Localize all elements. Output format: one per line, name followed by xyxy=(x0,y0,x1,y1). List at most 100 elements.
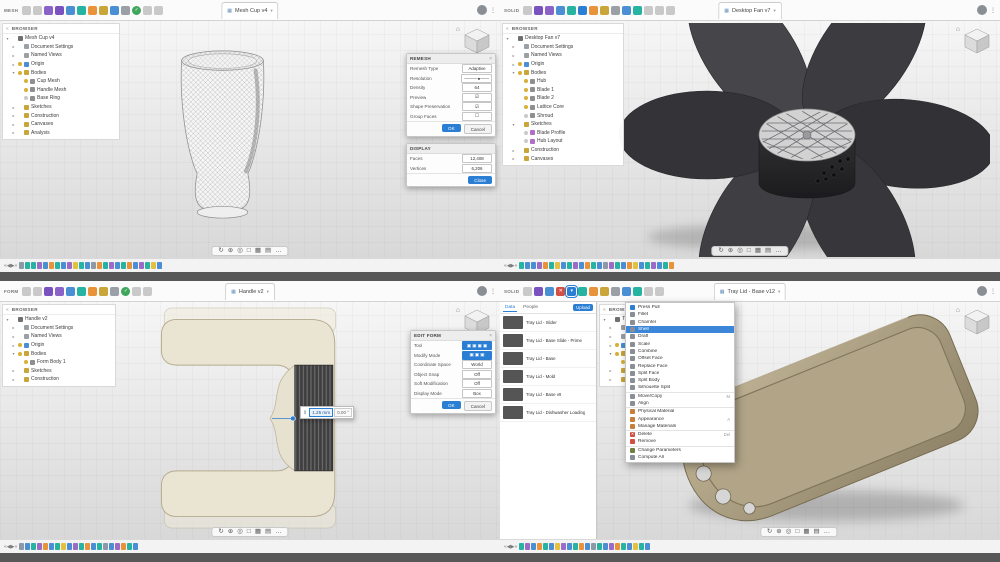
browser-item[interactable]: ▸ Canvases xyxy=(3,120,119,129)
chevron-icon[interactable]: ▸ xyxy=(11,325,16,330)
dialog-row-value[interactable]: ▣ ▣ ▣ xyxy=(462,351,492,360)
visibility-bulb-icon[interactable] xyxy=(18,45,22,49)
data-panel-tab[interactable]: Data xyxy=(503,304,517,312)
browser-item[interactable]: ▸ Named Views xyxy=(3,332,115,341)
navbar-icon[interactable]: □ xyxy=(247,529,251,536)
toolbar-icon[interactable] xyxy=(589,6,598,15)
timeline-feature[interactable] xyxy=(615,262,620,269)
navbar-icon[interactable]: ▦ xyxy=(755,248,761,255)
navbar-icon[interactable]: ▦ xyxy=(255,529,261,536)
navbar-icon[interactable]: ▦ xyxy=(803,529,809,536)
menu-item[interactable]: ✕ Delete Del xyxy=(626,430,734,438)
navbar-icon[interactable]: ⊕ xyxy=(728,248,733,255)
toolbar-icon[interactable] xyxy=(77,6,86,15)
visibility-bulb-icon[interactable] xyxy=(12,317,16,321)
toolbar-icon[interactable] xyxy=(66,6,75,15)
timeline-feature[interactable] xyxy=(97,543,102,550)
chevron-icon[interactable]: ▸ xyxy=(511,62,516,67)
document-list-item[interactable]: Tray Lid - Mold xyxy=(500,368,596,386)
close-icon[interactable]: × xyxy=(489,56,492,62)
mesh-cup-model[interactable] xyxy=(135,31,310,236)
document-list-item[interactable]: Tray Lid - Base Slide - Prime xyxy=(500,332,596,350)
navbar-icon[interactable]: … xyxy=(824,529,831,536)
visibility-bulb-icon[interactable] xyxy=(24,96,28,100)
timeline-feature[interactable] xyxy=(109,262,114,269)
avatar[interactable] xyxy=(977,286,987,296)
timeline-feature[interactable] xyxy=(651,262,656,269)
timeline-feature[interactable] xyxy=(573,262,578,269)
chevron-icon[interactable]: ▸ xyxy=(11,113,16,118)
menu-item[interactable]: Split Face xyxy=(626,370,734,377)
toolbar-icon[interactable] xyxy=(578,6,587,15)
timeline-feature[interactable] xyxy=(579,262,584,269)
visibility-bulb-icon[interactable] xyxy=(24,79,28,83)
visibility-bulb-icon[interactable] xyxy=(18,114,22,118)
timeline-feature[interactable] xyxy=(549,543,554,550)
toolbar-icon[interactable] xyxy=(99,6,108,15)
navbar-icon[interactable]: ⊕ xyxy=(776,529,781,536)
document-tab[interactable]: ▦ Desktop Fan v7 ▾ xyxy=(718,2,782,19)
timeline-control-icon[interactable]: » xyxy=(15,544,18,550)
chevron-icon[interactable]: ▸ xyxy=(608,377,613,382)
toolbar-icon[interactable] xyxy=(589,287,598,296)
timeline-feature[interactable] xyxy=(585,543,590,550)
chevron-icon[interactable]: ▸ xyxy=(11,44,16,49)
timeline-feature[interactable] xyxy=(603,262,608,269)
toolbar-icon[interactable] xyxy=(611,6,620,15)
timeline-feature[interactable] xyxy=(579,543,584,550)
browser-item[interactable]: ▾ Bodies xyxy=(3,349,115,358)
navbar-icon[interactable]: … xyxy=(275,529,282,536)
chevron-icon[interactable]: ▾ xyxy=(5,317,10,322)
dialog-row-value[interactable]: World xyxy=(462,360,492,369)
collapse-icon[interactable]: « xyxy=(6,307,9,313)
chevron-icon[interactable]: ▸ xyxy=(608,343,613,348)
overflow-menu-icon[interactable]: ⋮ xyxy=(490,7,496,14)
viewcube[interactable]: ⌂ xyxy=(956,26,992,56)
visibility-bulb-icon[interactable] xyxy=(524,105,528,109)
timeline-feature[interactable] xyxy=(531,262,536,269)
timeline-feature[interactable] xyxy=(585,262,590,269)
navbar-icon[interactable]: ▤ xyxy=(265,529,271,536)
viewcube-cube[interactable] xyxy=(962,307,992,337)
workspace-label[interactable]: MESH xyxy=(4,8,18,13)
toolbar-icon[interactable] xyxy=(567,6,576,15)
timeline-feature[interactable] xyxy=(67,543,72,550)
navbar-icon[interactable]: ▤ xyxy=(814,529,820,536)
timeline-feature[interactable] xyxy=(133,543,138,550)
dialog-row-value[interactable]: ☑ xyxy=(462,102,492,111)
browser-item[interactable]: ▸ Construction xyxy=(3,111,119,120)
browser-header[interactable]: « BROWSER xyxy=(3,24,119,34)
browser-item[interactable]: ▸ Document Settings xyxy=(3,43,119,52)
timeline-feature[interactable] xyxy=(55,262,60,269)
timeline-feature[interactable] xyxy=(627,262,632,269)
toolbar-icon[interactable] xyxy=(545,6,554,15)
visibility-bulb-icon[interactable] xyxy=(518,71,522,75)
timeline-feature[interactable] xyxy=(525,543,530,550)
dialog-row-value[interactable]: Box xyxy=(462,389,492,398)
timeline-feature[interactable] xyxy=(645,543,650,550)
timeline-feature[interactable] xyxy=(61,543,66,550)
chevron-icon[interactable]: ▾ xyxy=(511,122,516,127)
toolbar-icon[interactable] xyxy=(88,287,97,296)
toolbar-icon[interactable] xyxy=(33,6,42,15)
timeline-feature[interactable] xyxy=(103,543,108,550)
timeline-feature[interactable] xyxy=(555,262,560,269)
toolbar-icon[interactable]: ▾ xyxy=(567,287,576,296)
timeline-feature[interactable] xyxy=(43,543,48,550)
timeline-feature[interactable] xyxy=(31,543,36,550)
document-list-item[interactable]: Tray Lid - Base v9 xyxy=(500,386,596,404)
navbar-icon[interactable]: ◎ xyxy=(737,248,743,255)
navbar-icon[interactable]: … xyxy=(275,248,282,255)
visibility-bulb-icon[interactable] xyxy=(18,53,22,57)
timeline-feature[interactable] xyxy=(127,543,132,550)
browser-item[interactable]: Blade 2 xyxy=(503,94,623,103)
visibility-bulb-icon[interactable] xyxy=(18,71,22,75)
avatar[interactable] xyxy=(477,286,487,296)
chevron-icon[interactable]: ▸ xyxy=(511,148,516,153)
visibility-bulb-icon[interactable] xyxy=(18,131,22,135)
browser-item[interactable]: ▾ Bodies xyxy=(3,68,119,77)
dialog-header[interactable]: EDIT FORM × xyxy=(411,331,495,341)
timeline-feature[interactable] xyxy=(567,543,572,550)
visibility-bulb-icon[interactable] xyxy=(518,148,522,152)
timeline-feature[interactable] xyxy=(49,543,54,550)
